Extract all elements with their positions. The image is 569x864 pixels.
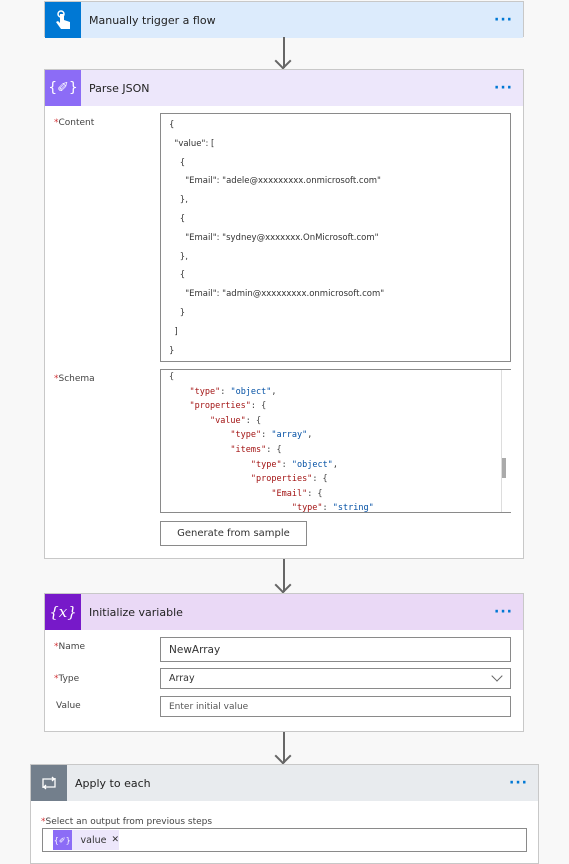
- loop-icon: [31, 765, 67, 801]
- content-input[interactable]: { "value": [ { "Email": "adele@xxxxxxxxx…: [160, 113, 511, 362]
- chevron-down-icon: [491, 670, 503, 682]
- schema-editor[interactable]: { "type": "object", "properties": { "val…: [160, 369, 511, 513]
- content-line: },: [169, 251, 188, 262]
- card-title: Initialize variable: [89, 605, 183, 619]
- generate-from-sample-button[interactable]: Generate from sample: [160, 521, 307, 546]
- braces-icon: {✐}: [45, 70, 81, 106]
- type-value: Array: [169, 673, 195, 684]
- connector-arrow: [283, 37, 285, 68]
- content-line: "Email": "adele@xxxxxxxxx.onmicrosoft.co…: [169, 176, 381, 187]
- value-label: Value: [56, 701, 81, 711]
- select-output-input[interactable]: {✐} value ✕: [42, 828, 527, 852]
- connector-arrow: [283, 732, 285, 763]
- type-dropdown[interactable]: Array: [160, 668, 511, 689]
- card-title: Manually trigger a flow: [89, 13, 216, 27]
- content-line: }: [169, 307, 186, 318]
- content-line: {: [169, 213, 186, 224]
- braces-icon: {✐}: [53, 830, 72, 850]
- connector-arrow: [283, 559, 285, 592]
- value-input[interactable]: Enter initial value: [160, 696, 511, 717]
- remove-token-icon[interactable]: ✕: [111, 835, 119, 845]
- more-options-button[interactable]: ···: [494, 80, 513, 96]
- token-value[interactable]: {✐} value ✕: [53, 830, 119, 850]
- card-title: Apply to each: [75, 776, 151, 790]
- name-label: *Name: [54, 642, 86, 652]
- content-line: {: [169, 157, 186, 168]
- more-options-button[interactable]: ···: [494, 12, 513, 28]
- content-line: {: [169, 120, 175, 130]
- content-line: "value": [: [169, 138, 215, 149]
- content-line: ]: [169, 326, 178, 337]
- scrollbar[interactable]: [501, 370, 511, 512]
- variable-icon: {x}: [45, 594, 81, 630]
- type-label: *Type: [54, 674, 80, 684]
- content-line: "Email": "admin@xxxxxxxxx.onmicrosoft.co…: [169, 289, 385, 300]
- content-label: *Content: [54, 118, 95, 128]
- token-label: value: [80, 834, 107, 846]
- schema-label: *Schema: [54, 374, 95, 384]
- content-line: {: [169, 270, 186, 281]
- content-line: },: [169, 195, 188, 206]
- card-title: Parse JSON: [89, 81, 150, 95]
- more-options-button[interactable]: ···: [509, 775, 528, 791]
- select-output-label: *Select an output from previous steps: [41, 817, 213, 827]
- trigger-card[interactable]: Manually trigger a flow ···: [44, 1, 524, 38]
- touch-icon: [45, 2, 81, 38]
- content-line: }: [169, 345, 175, 356]
- content-line: "Email": "sydney@xxxxxxx.OnMicrosoft.com…: [169, 232, 379, 243]
- more-options-button[interactable]: ···: [494, 604, 513, 620]
- name-input[interactable]: NewArray: [160, 637, 511, 662]
